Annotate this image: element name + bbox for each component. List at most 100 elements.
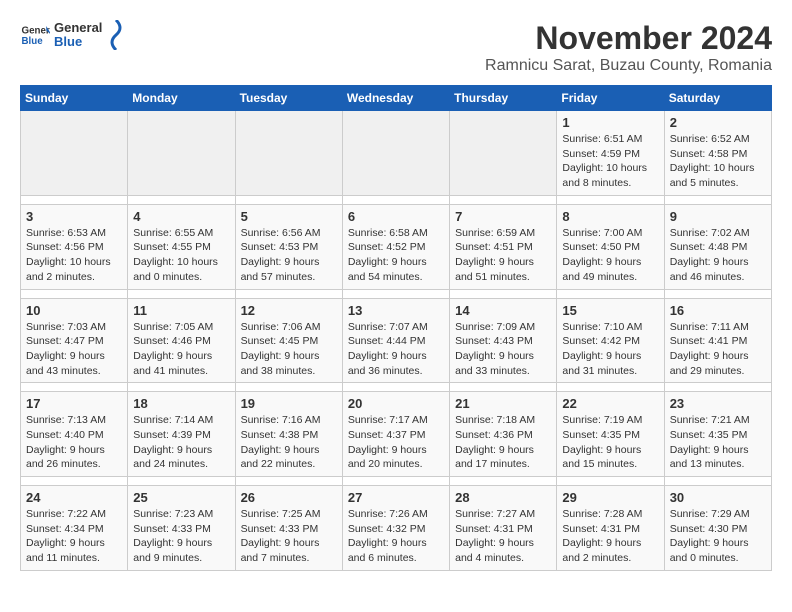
day-info: Sunrise: 6:56 AM Sunset: 4:53 PM Dayligh… [241,226,337,285]
day-number: 3 [26,209,122,224]
calendar-cell: 16 Sunrise: 7:11 AM Sunset: 4:41 PM Dayli… [664,298,771,383]
day-info: Sunrise: 7:10 AM Sunset: 4:42 PM Dayligh… [562,320,658,379]
day-number: 6 [348,209,444,224]
day-info: Sunrise: 7:09 AM Sunset: 4:43 PM Dayligh… [455,320,551,379]
calendar-cell: 27Sunrise: 7:26 AM Sunset: 4:32 PM Dayli… [342,486,449,571]
day-info: Sunrise: 6:52 AM Sunset: 4:58 PM Dayligh… [670,132,766,191]
logo-icon: General Blue [20,20,50,50]
day-info: Sunrise: 7:29 AM Sunset: 4:30 PM Dayligh… [670,507,766,566]
calendar-week-row: 3 Sunrise: 6:53 AM Sunset: 4:56 PM Daylig… [21,204,772,289]
day-number: 8 [562,209,658,224]
day-number: 12 [241,303,337,318]
day-number: 26 [241,490,337,505]
day-number: 17 [26,396,122,411]
day-info: Sunrise: 6:55 AM Sunset: 4:55 PM Dayligh… [133,226,229,285]
day-number: 14 [455,303,551,318]
day-info: Sunrise: 7:00 AM Sunset: 4:50 PM Dayligh… [562,226,658,285]
calendar-cell: 11Sunrise: 7:05 AM Sunset: 4:46 PM Dayli… [128,298,235,383]
day-info: Sunrise: 7:19 AM Sunset: 4:35 PM Dayligh… [562,413,658,472]
day-number: 13 [348,303,444,318]
day-number: 18 [133,396,229,411]
day-info: Sunrise: 7:23 AM Sunset: 4:33 PM Dayligh… [133,507,229,566]
day-number: 2 [670,115,766,130]
header-saturday: Saturday [664,86,771,111]
calendar-cell: 4 Sunrise: 6:55 AM Sunset: 4:55 PM Daylig… [128,204,235,289]
calendar-cell: 10Sunrise: 7:03 AM Sunset: 4:47 PM Dayli… [21,298,128,383]
day-info: Sunrise: 7:11 AM Sunset: 4:41 PM Dayligh… [670,320,766,379]
day-info: Sunrise: 7:18 AM Sunset: 4:36 PM Dayligh… [455,413,551,472]
calendar-cell: 23 Sunrise: 7:21 AM Sunset: 4:35 PM Dayli… [664,392,771,477]
day-info: Sunrise: 7:26 AM Sunset: 4:32 PM Dayligh… [348,507,444,566]
calendar-week-row: 17 Sunrise: 7:13 AM Sunset: 4:40 PM Dayli… [21,392,772,477]
day-info: Sunrise: 7:06 AM Sunset: 4:45 PM Dayligh… [241,320,337,379]
day-number: 24 [26,490,122,505]
calendar-cell: 22 Sunrise: 7:19 AM Sunset: 4:35 PM Dayli… [557,392,664,477]
calendar-cell: 24 Sunrise: 7:22 AM Sunset: 4:34 PM Dayli… [21,486,128,571]
calendar-cell: 2 Sunrise: 6:52 AM Sunset: 4:58 PM Daylig… [664,111,771,196]
calendar-cell: 30 Sunrise: 7:29 AM Sunset: 4:30 PM Dayli… [664,486,771,571]
calendar-week-row: 1 Sunrise: 6:51 AM Sunset: 4:59 PM Daylig… [21,111,772,196]
day-number: 5 [241,209,337,224]
calendar-cell [450,111,557,196]
calendar-cell: 5 Sunrise: 6:56 AM Sunset: 4:53 PM Daylig… [235,204,342,289]
day-number: 20 [348,396,444,411]
calendar-cell: 18 Sunrise: 7:14 AM Sunset: 4:39 PM Dayli… [128,392,235,477]
day-info: Sunrise: 6:59 AM Sunset: 4:51 PM Dayligh… [455,226,551,285]
calendar-cell: 13Sunrise: 7:07 AM Sunset: 4:44 PM Dayli… [342,298,449,383]
svg-text:Blue: Blue [22,36,44,47]
day-number: 1 [562,115,658,130]
calendar-cell: 26 Sunrise: 7:25 AM Sunset: 4:33 PM Dayli… [235,486,342,571]
day-number: 22 [562,396,658,411]
day-number: 11 [133,303,229,318]
day-number: 29 [562,490,658,505]
day-info: Sunrise: 6:53 AM Sunset: 4:56 PM Dayligh… [26,226,122,285]
day-info: Sunrise: 7:25 AM Sunset: 4:33 PM Dayligh… [241,507,337,566]
calendar-cell: 1 Sunrise: 6:51 AM Sunset: 4:59 PM Daylig… [557,111,664,196]
calendar-header-row: SundayMondayTuesdayWednesdayThursdayFrid… [21,86,772,111]
day-number: 21 [455,396,551,411]
day-number: 23 [670,396,766,411]
calendar-cell: 12 Sunrise: 7:06 AM Sunset: 4:45 PM Dayli… [235,298,342,383]
calendar-cell [21,111,128,196]
day-number: 30 [670,490,766,505]
calendar-cell: 6 Sunrise: 6:58 AM Sunset: 4:52 PM Daylig… [342,204,449,289]
main-title: November 2024 [485,20,772,57]
day-info: Sunrise: 6:58 AM Sunset: 4:52 PM Dayligh… [348,226,444,285]
day-info: Sunrise: 7:28 AM Sunset: 4:31 PM Dayligh… [562,507,658,566]
calendar-cell: 7Sunrise: 6:59 AM Sunset: 4:51 PM Daylig… [450,204,557,289]
calendar-cell: 28 Sunrise: 7:27 AM Sunset: 4:31 PM Dayli… [450,486,557,571]
calendar-cell: 9Sunrise: 7:02 AM Sunset: 4:48 PM Daylig… [664,204,771,289]
calendar-cell: 3 Sunrise: 6:53 AM Sunset: 4:56 PM Daylig… [21,204,128,289]
day-info: Sunrise: 7:16 AM Sunset: 4:38 PM Dayligh… [241,413,337,472]
day-info: Sunrise: 7:22 AM Sunset: 4:34 PM Dayligh… [26,507,122,566]
day-info: Sunrise: 7:13 AM Sunset: 4:40 PM Dayligh… [26,413,122,472]
day-info: Sunrise: 7:02 AM Sunset: 4:48 PM Dayligh… [670,226,766,285]
calendar-cell: 19Sunrise: 7:16 AM Sunset: 4:38 PM Dayli… [235,392,342,477]
calendar-cell: 8 Sunrise: 7:00 AM Sunset: 4:50 PM Daylig… [557,204,664,289]
logo-wave-icon [106,20,126,50]
logo: General Blue General Blue [20,20,126,50]
logo-text-blue: Blue [54,35,102,49]
calendar-cell: 17 Sunrise: 7:13 AM Sunset: 4:40 PM Dayli… [21,392,128,477]
calendar-cell: 21 Sunrise: 7:18 AM Sunset: 4:36 PM Dayli… [450,392,557,477]
day-number: 4 [133,209,229,224]
header-thursday: Thursday [450,86,557,111]
calendar-week-row: 10Sunrise: 7:03 AM Sunset: 4:47 PM Dayli… [21,298,772,383]
day-info: Sunrise: 7:27 AM Sunset: 4:31 PM Dayligh… [455,507,551,566]
calendar-cell: 29 Sunrise: 7:28 AM Sunset: 4:31 PM Dayli… [557,486,664,571]
header-tuesday: Tuesday [235,86,342,111]
day-info: Sunrise: 7:17 AM Sunset: 4:37 PM Dayligh… [348,413,444,472]
page-header: General Blue General Blue November 2024 … [20,20,772,75]
day-number: 28 [455,490,551,505]
day-info: Sunrise: 7:14 AM Sunset: 4:39 PM Dayligh… [133,413,229,472]
calendar-table: SundayMondayTuesdayWednesdayThursdayFrid… [20,85,772,571]
day-number: 16 [670,303,766,318]
day-info: Sunrise: 7:21 AM Sunset: 4:35 PM Dayligh… [670,413,766,472]
calendar-week-row: 24 Sunrise: 7:22 AM Sunset: 4:34 PM Dayli… [21,486,772,571]
header-sunday: Sunday [21,86,128,111]
logo-text-general: General [54,21,102,35]
calendar-cell [342,111,449,196]
calendar-cell [128,111,235,196]
header-monday: Monday [128,86,235,111]
day-info: Sunrise: 6:51 AM Sunset: 4:59 PM Dayligh… [562,132,658,191]
